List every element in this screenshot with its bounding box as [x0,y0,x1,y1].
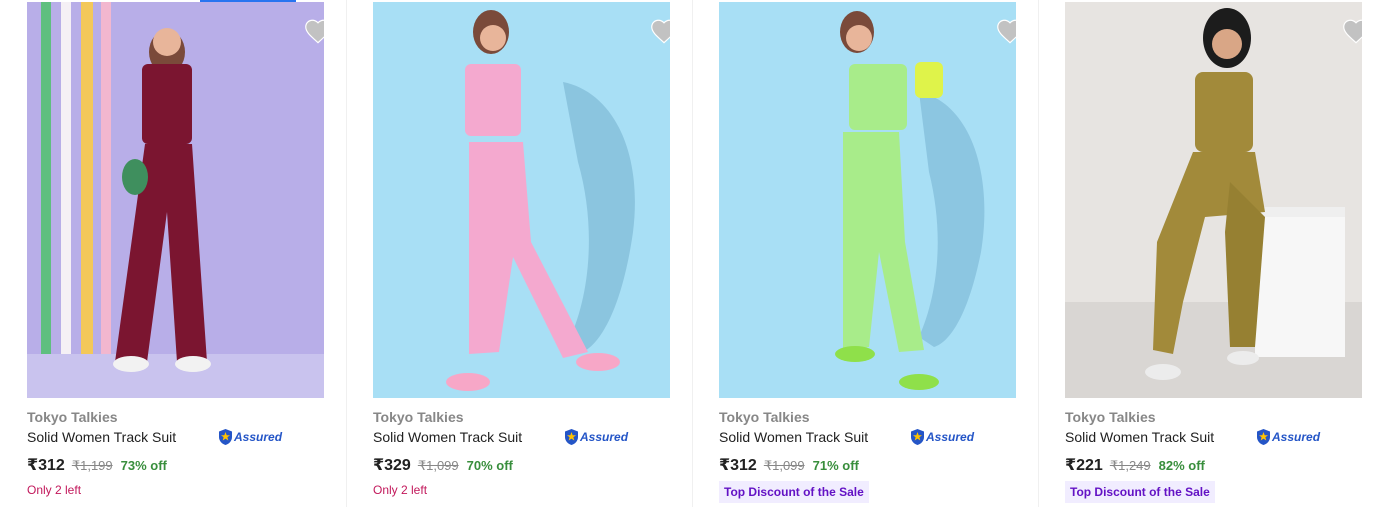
promo-badge: Top Discount of the Sale [1065,481,1215,503]
heart-icon[interactable] [650,18,670,44]
product-brand: Tokyo Talkies [27,409,118,425]
assured-label: Assured [926,430,975,444]
original-price: ₹1,249 [1109,458,1151,473]
assured-label: Assured [234,430,283,444]
selling-price: ₹312 [719,457,757,474]
selling-price: ₹312 [27,457,65,474]
product-card[interactable]: Tokyo Talkies Solid Women Track Suit Ass… [346,0,692,507]
product-title[interactable]: Solid Women Track Suit [719,429,868,445]
product-image[interactable] [27,2,324,398]
price-row: ₹312 ₹1,099 71% off [719,455,859,475]
heart-icon[interactable] [304,18,324,44]
assured-badge: Assured [564,428,628,446]
card-divider [346,0,347,507]
discount-percent: 73% off [120,458,167,473]
heart-icon[interactable] [996,18,1016,44]
price-row: ₹312 ₹1,199 73% off [27,455,167,475]
assured-label: Assured [580,430,629,444]
price-row: ₹329 ₹1,099 70% off [373,455,513,475]
product-title[interactable]: Solid Women Track Suit [27,429,176,445]
assured-label: Assured [1272,430,1321,444]
selling-price: ₹329 [373,457,411,474]
discount-percent: 82% off [1158,458,1205,473]
discount-percent: 71% off [812,458,859,473]
promo-badge: Top Discount of the Sale [719,481,869,503]
assured-badge: Assured [1256,428,1320,446]
product-card[interactable]: Tokyo Talkies Solid Women Track Suit Ass… [0,0,346,507]
assured-shield-icon [1257,429,1270,445]
assured-shield-icon [219,429,232,445]
product-image[interactable] [1065,2,1362,398]
original-price: ₹1,199 [71,458,113,473]
product-brand: Tokyo Talkies [373,409,464,425]
product-grid: Tokyo Talkies Solid Women Track Suit Ass… [0,0,1386,507]
assured-badge: Assured [218,428,282,446]
card-divider [692,0,693,507]
stock-note: Only 2 left [27,483,82,497]
selling-price: ₹221 [1065,457,1103,474]
original-price: ₹1,099 [417,458,459,473]
original-price: ₹1,099 [763,458,805,473]
card-divider [1038,0,1039,507]
discount-percent: 70% off [466,458,513,473]
product-image[interactable] [719,2,1016,398]
assured-badge: Assured [910,428,974,446]
assured-shield-icon [565,429,578,445]
stock-note: Only 2 left [373,483,428,497]
assured-shield-icon [911,429,924,445]
product-brand: Tokyo Talkies [719,409,810,425]
product-title[interactable]: Solid Women Track Suit [1065,429,1214,445]
price-row: ₹221 ₹1,249 82% off [1065,455,1205,475]
product-title[interactable]: Solid Women Track Suit [373,429,522,445]
heart-icon[interactable] [1342,18,1362,44]
product-brand: Tokyo Talkies [1065,409,1156,425]
product-card[interactable]: Tokyo Talkies Solid Women Track Suit Ass… [692,0,1038,507]
product-image[interactable] [373,2,670,398]
product-card[interactable]: Tokyo Talkies Solid Women Track Suit Ass… [1038,0,1384,507]
